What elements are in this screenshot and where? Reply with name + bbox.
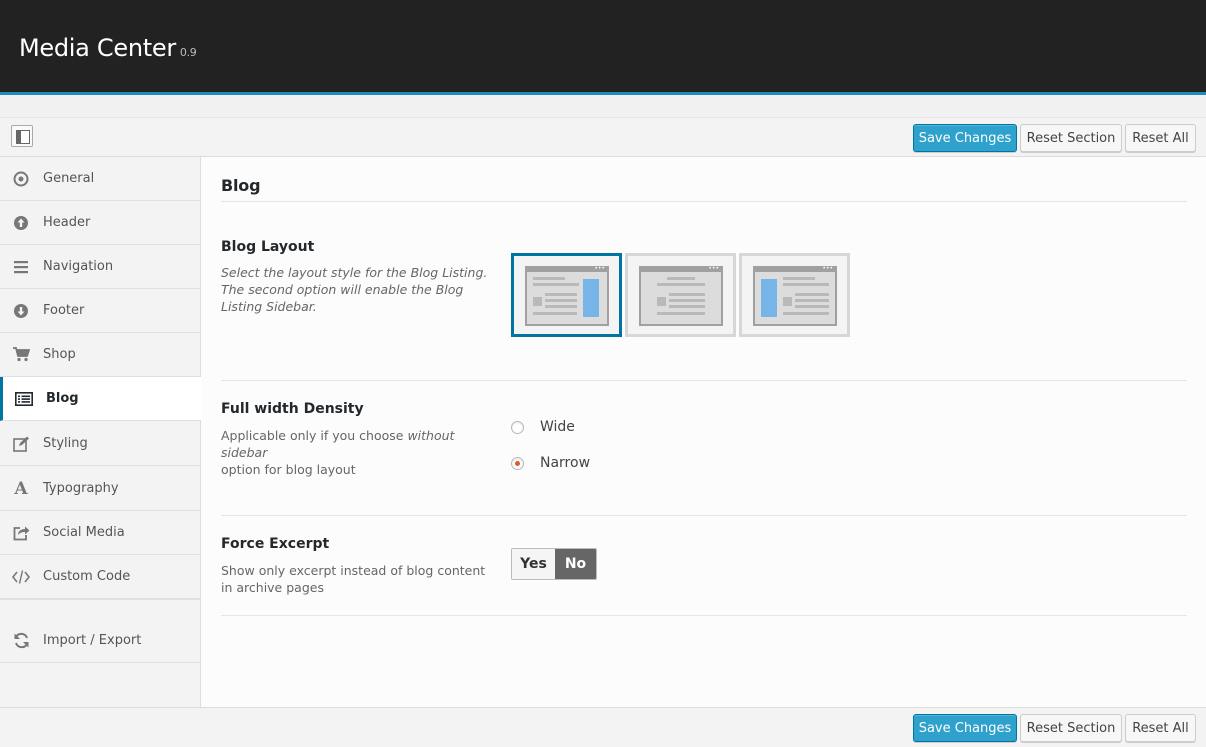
- save-changes-button[interactable]: Save Changes: [913, 124, 1017, 152]
- refresh-icon: [12, 632, 30, 650]
- reset-all-button[interactable]: Reset All: [1125, 714, 1196, 742]
- sidebar-item-label: Navigation: [43, 259, 114, 274]
- menu-lines-icon: [12, 258, 30, 276]
- switch-yes-button[interactable]: Yes: [512, 549, 555, 579]
- share-icon: [12, 524, 30, 542]
- sidebar-item-label: Header: [43, 215, 91, 230]
- sidebar-item-header[interactable]: Header: [0, 201, 200, 245]
- reset-all-button[interactable]: Reset All: [1125, 124, 1196, 152]
- sidebar-item-label: Typography: [43, 481, 119, 496]
- density-desc-suffix: option for blog layout: [221, 462, 356, 477]
- save-changes-button[interactable]: Save Changes: [913, 714, 1017, 742]
- sidebar-item-typography[interactable]: A Typography: [0, 467, 200, 511]
- code-icon: [12, 568, 30, 586]
- radio-button[interactable]: [511, 456, 524, 470]
- blog-layout-desc-line2: The second option will enable the Blog L…: [221, 282, 464, 314]
- divider: [221, 380, 1187, 381]
- sidebar-item-label: Custom Code: [43, 569, 131, 584]
- sidebar-item-label: General: [43, 171, 95, 186]
- force-excerpt-desc: Show only excerpt instead of blog conten…: [221, 563, 486, 595]
- arrow-down-circle-icon: [12, 302, 30, 320]
- radio-label: Narrow: [540, 455, 591, 471]
- radio-button[interactable]: [511, 420, 524, 434]
- edit-icon: [12, 435, 30, 453]
- sidebar-item-blog[interactable]: Blog: [0, 377, 201, 421]
- blog-layout-desc-line1: Select the layout style for the Blog Lis…: [221, 265, 488, 280]
- sidebar-item-styling[interactable]: Styling: [0, 422, 200, 466]
- radio-label: Wide: [540, 419, 575, 435]
- sidebar-item-import-export[interactable]: Import / Export: [0, 619, 200, 663]
- section-title: Blog: [221, 176, 261, 195]
- sidebar-item-label: Footer: [43, 303, 85, 318]
- sidebar-item-footer[interactable]: Footer: [0, 289, 200, 333]
- blog-layout-desc: Select the layout style for the Blog Lis…: [221, 264, 501, 315]
- sidebar-item-label: Shop: [43, 347, 76, 362]
- main-content: Blog Blog Layout Select the layout style…: [201, 157, 1206, 707]
- sidebar-divider: [0, 599, 200, 600]
- blog-layout-title: Blog Layout: [221, 239, 315, 255]
- density-desc: Applicable only if you choose without si…: [221, 427, 501, 478]
- app-header: Media Center 0.9: [0, 0, 1206, 95]
- sidebar-item-navigation[interactable]: Navigation: [0, 245, 200, 289]
- layout-preview-icon: •••: [639, 266, 723, 326]
- app-version: 0.9: [179, 46, 197, 59]
- density-title: Full width Density: [221, 401, 364, 417]
- layout-option-no-sidebar[interactable]: •••: [625, 253, 736, 337]
- list-icon: [15, 390, 33, 408]
- app-title: Media Center 0.9: [19, 34, 197, 62]
- sidebar-item-label: Import / Export: [43, 633, 142, 648]
- sidebar-item-social-media[interactable]: Social Media: [0, 511, 200, 555]
- layout-preview-icon: •••: [753, 266, 837, 326]
- target-icon: [12, 170, 30, 188]
- divider: [221, 515, 1187, 516]
- sidebar: General Header Navigation Footer Shop Bl…: [0, 157, 201, 707]
- top-toolbar: Save Changes Reset Section Reset All: [0, 117, 1206, 157]
- sidebar-item-label: Social Media: [43, 525, 125, 540]
- sidebar-item-label: Styling: [43, 436, 88, 451]
- reset-section-button[interactable]: Reset Section: [1020, 714, 1122, 742]
- radio-narrow[interactable]: Narrow: [511, 455, 590, 471]
- sidebar-item-general[interactable]: General: [0, 157, 200, 201]
- divider: [221, 201, 1187, 202]
- radio-wide[interactable]: Wide: [511, 419, 575, 435]
- sidebar-item-shop[interactable]: Shop: [0, 333, 200, 377]
- sidebar-toggle-icon[interactable]: [11, 125, 33, 147]
- cart-icon: [12, 346, 30, 364]
- switch-no-button[interactable]: No: [555, 549, 596, 579]
- layout-preview-icon: •••: [525, 266, 609, 326]
- density-desc-prefix: Applicable only if you choose: [221, 428, 408, 443]
- divider: [221, 615, 1187, 616]
- arrow-up-circle-icon: [12, 214, 30, 232]
- font-icon: A: [14, 478, 28, 499]
- sidebar-item-label: Blog: [46, 391, 79, 406]
- bottom-toolbar: Save Changes Reset Section Reset All: [0, 707, 1206, 747]
- layout-option-right-sidebar[interactable]: •••: [511, 253, 622, 337]
- reset-section-button[interactable]: Reset Section: [1020, 124, 1122, 152]
- force-excerpt-switch[interactable]: Yes No: [511, 548, 597, 580]
- layout-option-left-sidebar[interactable]: •••: [739, 253, 850, 337]
- app-title-text: Media Center: [19, 34, 176, 62]
- sidebar-item-custom-code[interactable]: Custom Code: [0, 555, 200, 599]
- force-excerpt-title: Force Excerpt: [221, 536, 330, 552]
